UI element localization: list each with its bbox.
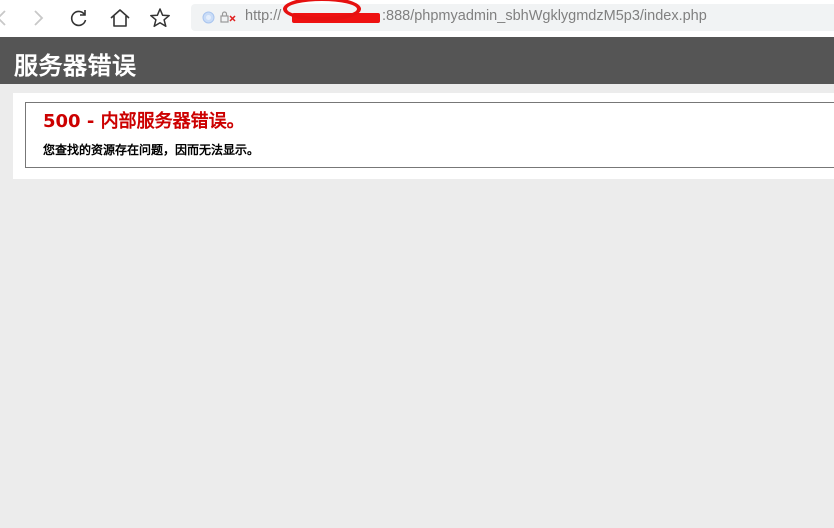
error-fieldset: 500 - 内部服务器错误。 您查找的资源存在问题，因而无法显示。 bbox=[25, 102, 834, 168]
back-button[interactable] bbox=[0, 4, 16, 32]
page-header: 服务器错误 bbox=[0, 37, 834, 84]
site-info-icon[interactable] bbox=[202, 11, 215, 24]
error-panel: 500 - 内部服务器错误。 您查找的资源存在问题，因而无法显示。 bbox=[13, 93, 834, 179]
reload-button[interactable] bbox=[64, 4, 94, 32]
forward-button[interactable] bbox=[24, 4, 54, 32]
chevron-right-icon bbox=[34, 10, 44, 26]
address-bar[interactable]: http:// :888/phpmyadmin_sbhWgklygmdzM5p3… bbox=[191, 0, 834, 31]
error-title: 500 - 内部服务器错误。 bbox=[43, 111, 245, 132]
not-secure-lock-icon bbox=[220, 11, 236, 23]
page-title: 服务器错误 bbox=[14, 52, 137, 80]
browser-toolbar: http:// :888/phpmyadmin_sbhWgklygmdzM5p3… bbox=[0, 0, 834, 37]
home-icon bbox=[110, 9, 130, 27]
reload-icon bbox=[70, 10, 87, 27]
home-button[interactable] bbox=[105, 4, 135, 32]
error-message: 您查找的资源存在问题，因而无法显示。 bbox=[43, 143, 260, 157]
chevron-left-icon bbox=[0, 10, 6, 26]
favorite-button[interactable] bbox=[145, 4, 175, 32]
star-icon bbox=[150, 8, 170, 28]
